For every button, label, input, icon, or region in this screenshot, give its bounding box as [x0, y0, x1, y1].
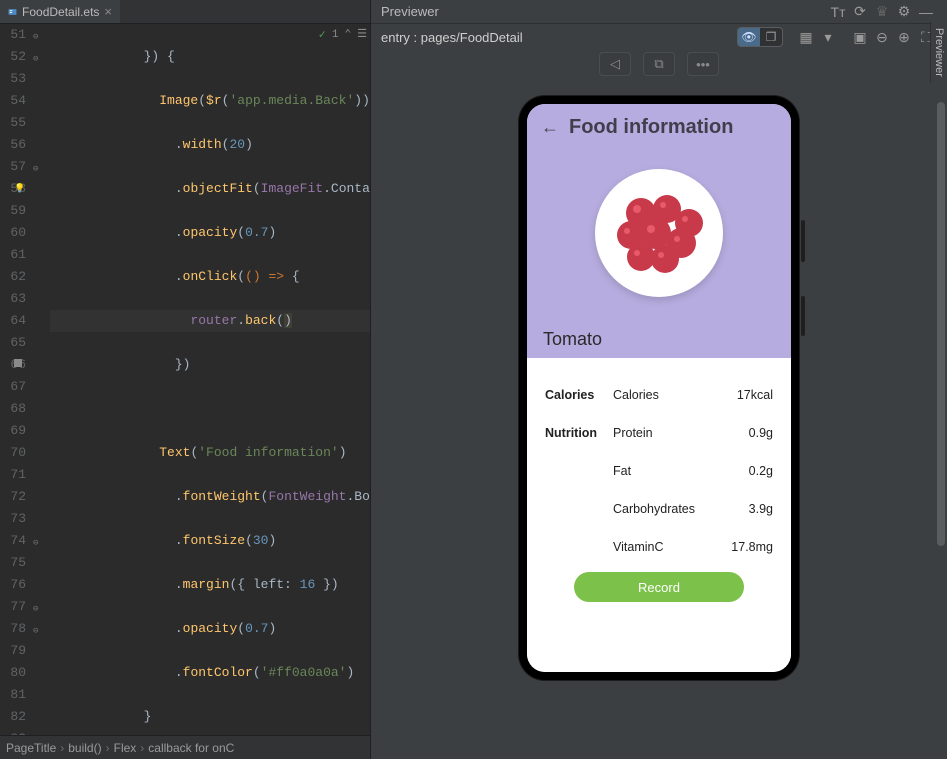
tomato-illustration — [599, 173, 719, 293]
entry-path: entry : pages/FoodDetail — [381, 30, 523, 45]
breadcrumb-item[interactable]: callback for onC — [148, 741, 234, 755]
breadcrumb-item[interactable]: Flex — [114, 741, 137, 755]
close-tab-icon[interactable]: × — [104, 4, 112, 19]
file-tab-active[interactable]: FoodDetail.ets × — [0, 0, 120, 24]
dual-pane-button[interactable]: ⧉ — [643, 52, 675, 76]
hero-image — [541, 139, 777, 327]
nutrient-label: Protein — [613, 426, 749, 440]
breakpoint-icon[interactable] — [14, 359, 22, 367]
nutrition-panel: Calories Calories 17kcal Nutrition Prote… — [527, 358, 791, 672]
page-title: Food information — [569, 116, 733, 139]
nutrient-value: 0.9g — [749, 426, 773, 440]
grid-icon[interactable]: ▦ — [795, 29, 817, 46]
editor-body[interactable]: ✓ 1 ⌃ ☰ 515253 545556 575859 606162 6364… — [0, 24, 370, 735]
nav-toolbar: ◁ ⧉ ••• — [371, 50, 947, 78]
phone-screen: ← Food information — [527, 104, 791, 672]
food-name: Tomato — [541, 327, 777, 350]
file-tab-label: FoodDetail.ets — [22, 5, 99, 19]
breadcrumb-item[interactable]: build() — [68, 741, 101, 755]
category-label: Calories — [545, 388, 613, 402]
nav-back-button[interactable]: ◁ — [599, 52, 631, 76]
zoom-in-icon[interactable]: ⊕ — [893, 29, 915, 46]
food-image — [595, 169, 723, 297]
back-icon[interactable]: ← — [541, 117, 559, 138]
previewer-header: Previewer Tᴛ ⟳ ♛ ⚙ — — [371, 0, 947, 24]
breadcrumb-sep: › — [140, 741, 144, 755]
nutrient-label: Fat — [613, 464, 749, 478]
nutrient-value: 17kcal — [737, 388, 773, 402]
device-canvas[interactable]: ← Food information — [371, 78, 947, 759]
font-size-icon[interactable]: Tᴛ — [827, 4, 849, 20]
dropdown-icon[interactable]: ▾ — [817, 29, 839, 46]
nutrition-row: Calories Calories 17kcal — [545, 376, 773, 414]
nutrient-value: 17.8mg — [731, 540, 773, 554]
nutrient-label: Calories — [613, 388, 737, 402]
nutrition-row: Fat 0.2g — [545, 452, 773, 490]
fit-icon[interactable]: ▣ — [849, 29, 871, 46]
scrollbar-thumb[interactable] — [937, 102, 945, 546]
previewer-pane: Previewer Tᴛ ⟳ ♛ ⚙ — entry : pages/FoodD… — [370, 0, 947, 759]
minimize-icon[interactable]: — — [915, 4, 937, 20]
nutrient-label: VitaminC — [613, 540, 731, 554]
previewer-side-tab[interactable]: Previewer — [930, 22, 947, 83]
fold-column[interactable]: ⊖ ⊖ ⊖ 💡 ⊖ ⊖ ⊖ — [32, 24, 46, 735]
layers-icon[interactable]: ❐ — [760, 28, 782, 46]
eye-icon[interactable]: 👁 — [738, 28, 760, 46]
breadcrumb-bar[interactable]: PageTitle › build() › Flex › callback fo… — [0, 735, 370, 759]
nutrient-value: 0.2g — [749, 464, 773, 478]
refresh-icon[interactable]: ⟳ — [849, 3, 871, 20]
app-header-area: ← Food information — [527, 104, 791, 358]
file-tab-bar: FoodDetail.ets × — [0, 0, 370, 24]
previewer-title: Previewer — [381, 4, 439, 19]
breadcrumb-sep: › — [60, 741, 64, 755]
breadcrumb-sep: › — [106, 741, 110, 755]
nutrient-value: 3.9g — [749, 502, 773, 516]
gear-icon[interactable]: ⚙ — [893, 3, 915, 20]
category-label: Nutrition — [545, 426, 613, 440]
scrollbar-vertical[interactable] — [935, 102, 945, 755]
breadcrumb-item[interactable]: PageTitle — [6, 741, 56, 755]
lightbulb-icon: 💡 — [14, 178, 25, 200]
record-button-label: Record — [638, 580, 680, 595]
phone-frame: ← Food information — [519, 96, 799, 680]
trophy-icon[interactable]: ♛ — [871, 3, 893, 20]
editor-pane: FoodDetail.ets × ✓ 1 ⌃ ☰ 515253 545556 5… — [0, 0, 370, 759]
code-area[interactable]: }) { Image($r('app.media.Back')) .width(… — [46, 24, 370, 735]
nutrition-row: VitaminC 17.8mg — [545, 528, 773, 566]
ets-file-icon — [8, 5, 17, 19]
zoom-out-icon[interactable]: ⊖ — [871, 29, 893, 46]
nutrition-row: Nutrition Protein 0.9g — [545, 414, 773, 452]
line-number-gutter: 515253 545556 575859 606162 636465 66676… — [0, 24, 32, 735]
more-button[interactable]: ••• — [687, 52, 719, 76]
nutrient-label: Carbohydrates — [613, 502, 749, 516]
record-button[interactable]: Record — [574, 572, 744, 602]
nutrition-row: Carbohydrates 3.9g — [545, 490, 773, 528]
entry-bar: entry : pages/FoodDetail 👁 ❐ ▦ ▾ ▣ ⊖ ⊕ ⛶ — [371, 24, 947, 50]
preview-mode-toggle[interactable]: 👁 ❐ — [737, 27, 783, 47]
